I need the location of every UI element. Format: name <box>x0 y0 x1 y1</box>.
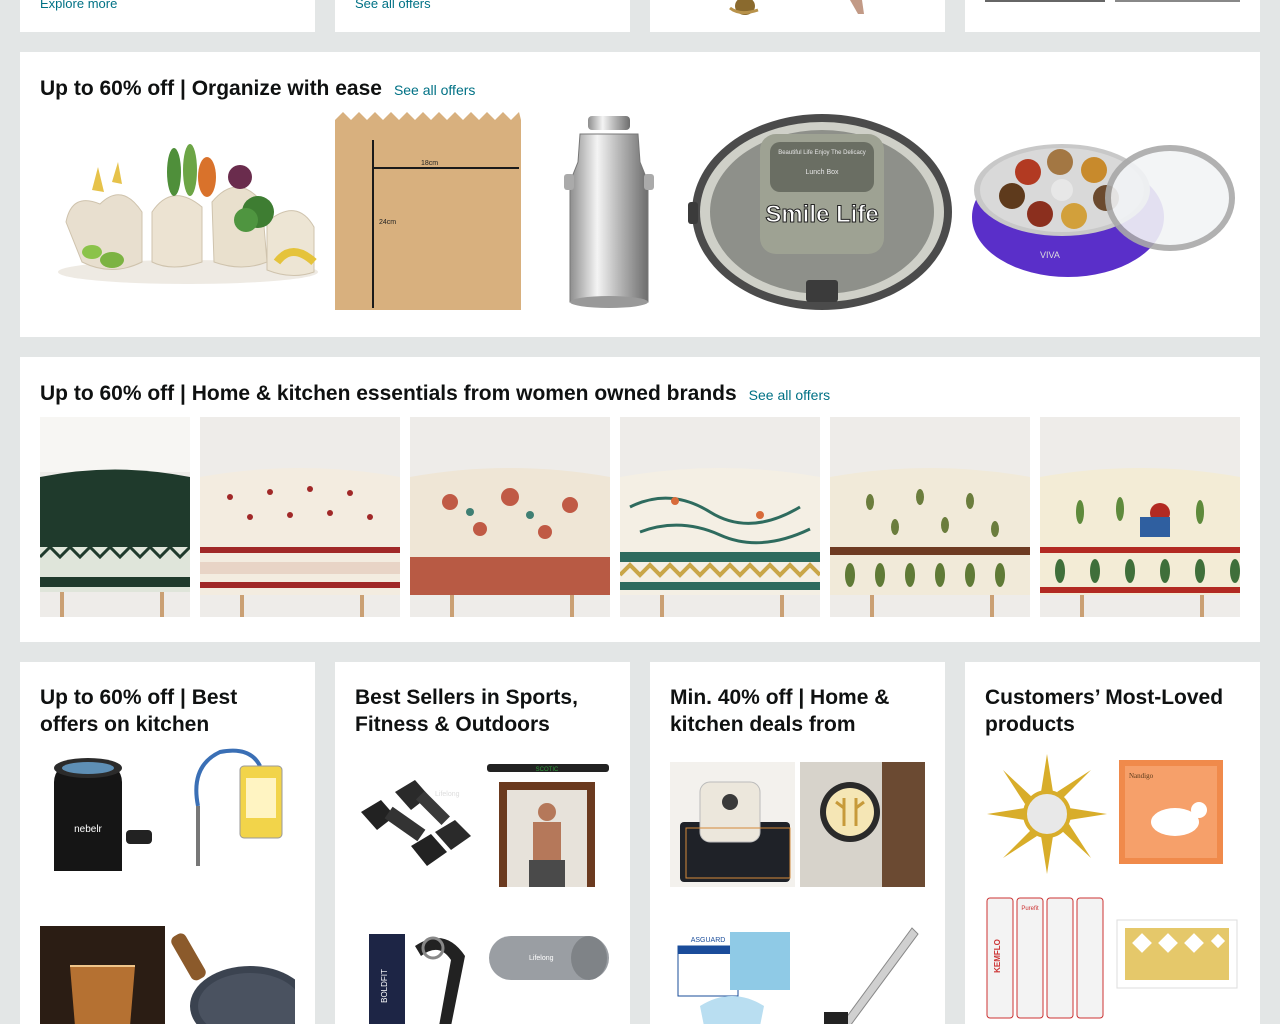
grip-brand: BOLDFIT <box>380 969 389 1003</box>
tablecloth-rust-floral-image[interactable] <box>410 417 610 617</box>
quad-card-home-kitchen-deals: Min. 40% off | Home & kitchen deals from… <box>650 662 945 1024</box>
cow-art-box-image[interactable]: Nandigo <box>1115 752 1240 877</box>
lunch-box-label: Lunch Box <box>805 169 839 176</box>
dumbbell-brand: Lifelong <box>435 791 460 798</box>
organize-row-title: Up to 60% off | Organize with ease See al… <box>40 77 475 101</box>
dumbbells-image[interactable]: Lifelong <box>355 762 480 887</box>
organize-row-card: Up to 60% off | Organize with ease See al… <box>20 52 1260 337</box>
hand-grip-image[interactable]: BOLDFIT <box>355 926 480 1024</box>
quad-card-2-title: Best Sellers in Sports, Fitness & Outdoo… <box>355 686 578 736</box>
quad-card-sports-bestsellers: Best Sellers in Sports, Fitness & Outdoo… <box>335 662 630 1024</box>
women-row-heading: Up to 60% off | Home & kitchen essential… <box>40 382 737 405</box>
quad-card-3-title: Min. 40% off | Home & kitchen deals from <box>670 686 890 736</box>
spice-box-brand: VIVA <box>1040 250 1060 260</box>
crinkle-cutter-image[interactable] <box>800 926 925 1024</box>
top-card-4 <box>965 0 1260 32</box>
purifier-brand: nebelr <box>74 824 102 835</box>
paper-bag-height-label: 24cm <box>379 219 396 226</box>
explore-more-link[interactable]: Explore more <box>40 0 117 11</box>
top-card-4-image[interactable] <box>965 0 1260 32</box>
top-card-3 <box>650 0 945 32</box>
women-brands-row-card: Up to 60% off | Home & kitchen essential… <box>20 357 1260 642</box>
cow-box-brand: Nandigo <box>1129 772 1154 780</box>
spice-box-image[interactable]: VIVA <box>970 112 1242 312</box>
pullup-brand: SCOTIC <box>536 767 559 773</box>
lunch-box-image[interactable]: Beautiful Life Enjoy The Delicacy Lunch … <box>688 112 956 312</box>
yoga-mat-brand: Lifelong <box>529 955 554 962</box>
face-mask-image[interactable]: ASGUARD <box>670 926 795 1024</box>
whiskey-glass-image[interactable] <box>40 926 165 1024</box>
women-row-title: Up to 60% off | Home & kitchen essential… <box>40 382 830 406</box>
kemflo-label: Purefit <box>1021 906 1039 912</box>
gold-border-sticker-image[interactable] <box>1115 896 1240 1021</box>
tablecloth-leaf-image[interactable] <box>830 417 1030 617</box>
quad-card-most-loved: Customers’ Most-Loved products Nandigo K… <box>965 662 1260 1024</box>
paper-bag-width-label: 18cm <box>421 160 438 167</box>
see-all-offers-link[interactable]: See all offers <box>355 0 431 11</box>
tablecloth-teal-vine-image[interactable] <box>620 417 820 617</box>
pullup-bar-image[interactable]: SCOTIC <box>485 762 610 887</box>
quad-card-4-title: Customers’ Most-Loved products <box>985 686 1224 736</box>
organize-row-heading: Up to 60% off | Organize with ease <box>40 77 382 100</box>
kemflo-brand: KEMFLO <box>993 939 1002 973</box>
tablecloth-folk-image[interactable] <box>1040 417 1240 617</box>
quad-card-kitchen-offers: Up to 60% off | Best offers on kitchen n… <box>20 662 315 1024</box>
tablecloth-red-floral-image[interactable] <box>200 417 400 617</box>
paper-bag-image[interactable]: 18cm 24cm <box>333 112 523 312</box>
oil-pump-image[interactable] <box>170 746 295 871</box>
steel-milk-can-image[interactable] <box>540 112 675 312</box>
coffee-machine-mat-image[interactable] <box>670 762 795 887</box>
mask-brand: ASGUARD <box>691 937 726 944</box>
lunch-box-lid-text: Beautiful Life Enjoy The Delicacy <box>778 150 866 156</box>
sun-mirror-image[interactable] <box>985 752 1110 877</box>
yoga-mat-image[interactable]: Lifelong <box>485 926 610 1024</box>
frying-pan-image[interactable] <box>170 926 295 1024</box>
car-air-purifier-image[interactable]: nebelr <box>40 746 165 871</box>
lunch-box-brand: Smile Life <box>765 201 878 228</box>
quad-card-1-title: Up to 60% off | Best offers on kitchen <box>40 686 238 736</box>
wall-lamp-image[interactable] <box>800 762 925 887</box>
tablecloth-green-image[interactable] <box>40 417 190 617</box>
top-card-2: See all offers <box>335 0 630 32</box>
women-see-all-link[interactable]: See all offers <box>749 387 830 403</box>
top-card-3-image[interactable] <box>650 0 945 32</box>
kemflo-pipes-image[interactable]: KEMFLO Purefit <box>985 896 1110 1021</box>
organize-see-all-link[interactable]: See all offers <box>394 82 475 98</box>
vegetable-bags-image[interactable] <box>52 112 324 312</box>
top-card-1: Explore more <box>20 0 315 32</box>
